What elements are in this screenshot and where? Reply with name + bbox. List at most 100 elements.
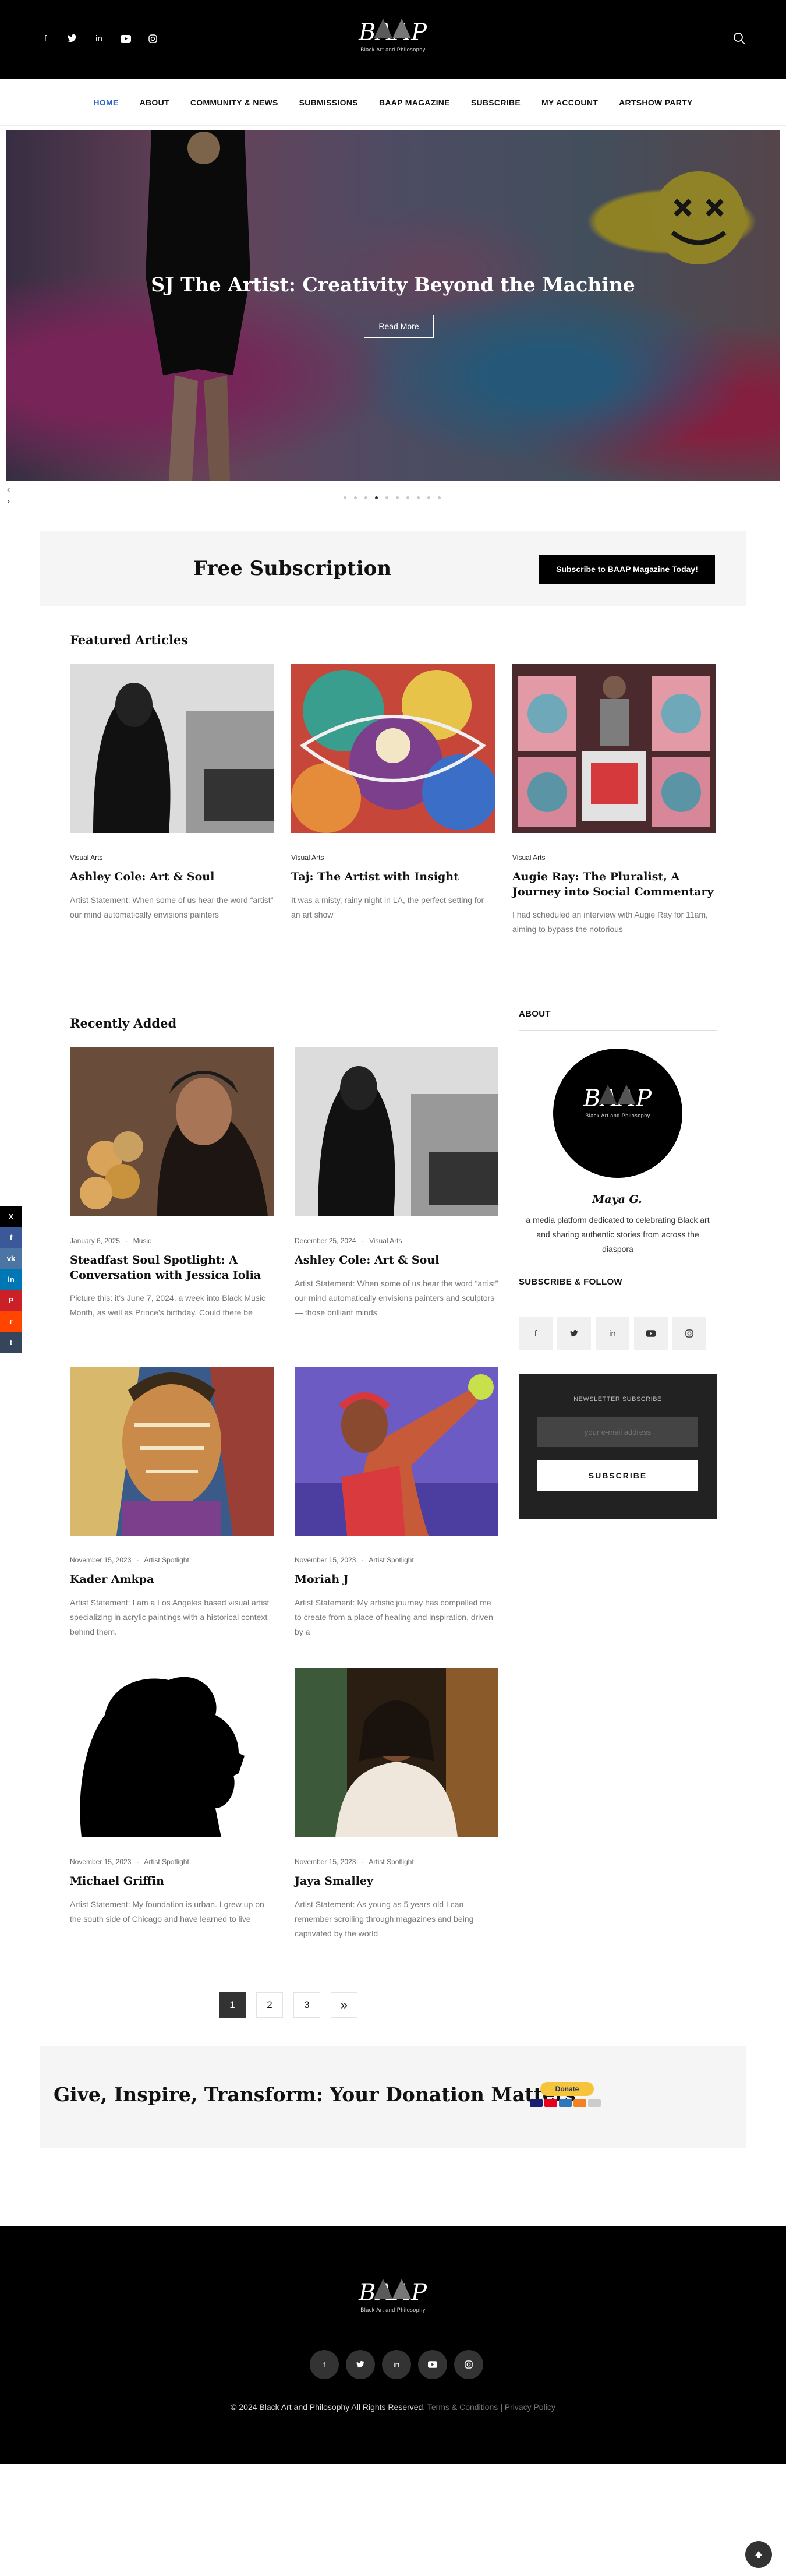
card-title[interactable]: Taj: The Artist with Insight (291, 870, 495, 885)
featured-card[interactable]: Visual Arts Ashley Cole: Art & Soul Arti… (70, 664, 274, 922)
card-excerpt: I had scheduled an interview with Augie … (512, 910, 708, 934)
recent-image-ashley-cole[interactable] (295, 1047, 498, 1216)
x-share-icon[interactable]: X (0, 1206, 22, 1227)
featured-image-augie-ray[interactable] (512, 664, 716, 833)
reddit-share-icon[interactable]: r (0, 1311, 22, 1332)
linkedin-icon[interactable]: in (91, 30, 107, 47)
card-category[interactable]: Music (133, 1237, 151, 1245)
youtube-icon[interactable] (634, 1317, 668, 1350)
slider-dot[interactable] (406, 496, 409, 499)
featured-card[interactable]: Visual Arts Taj: The Artist with Insight… (291, 664, 498, 922)
pinterest-share-icon[interactable]: P (0, 1290, 22, 1311)
page-1-button[interactable]: 1 (219, 1992, 246, 2018)
recent-image-jaya-smalley[interactable] (295, 1668, 498, 1837)
nav-item-community-news[interactable]: COMMUNITY & NEWS (190, 98, 278, 107)
recent-card[interactable]: December 25, 2024 · Visual Arts Ashley C… (295, 1047, 498, 1320)
twitter-icon[interactable] (346, 2350, 375, 2379)
read-more-button[interactable]: Read More (364, 315, 434, 338)
card-category[interactable]: Artist Spotlight (144, 1858, 189, 1866)
next-page-button[interactable]: » (331, 1992, 357, 2018)
nav-item-subscribe[interactable]: SUBSCRIBE (471, 98, 521, 107)
recent-card[interactable]: January 6, 2025 · Music Steadfast Soul S… (70, 1047, 274, 1321)
nav-item-submissions[interactable]: SUBMISSIONS (299, 98, 358, 107)
slider-dot[interactable] (385, 496, 388, 499)
twitter-icon[interactable] (557, 1317, 591, 1350)
card-title[interactable]: Michael Griffin (70, 1874, 274, 1889)
youtube-icon[interactable] (118, 30, 134, 47)
card-title[interactable]: Ashley Cole: Art & Soul (295, 1253, 498, 1268)
tumblr-share-icon[interactable]: t (0, 1332, 22, 1353)
featured-image-ashley-cole[interactable] (70, 664, 274, 833)
linkedin-share-icon[interactable]: in (0, 1269, 22, 1290)
card-title[interactable]: Steadfast Soul Spotlight: A Conversation… (70, 1253, 274, 1283)
newsletter-subscribe-button[interactable]: SUBSCRIBE (537, 1460, 698, 1491)
recent-image-jessica-iolia[interactable] (70, 1047, 274, 1216)
card-category[interactable]: Visual Arts (291, 853, 495, 862)
nav-item-home[interactable]: HOME (93, 98, 118, 107)
site-logo[interactable]: BAAP Black Art and Philosophy (329, 16, 457, 52)
slider-dot[interactable] (344, 496, 346, 499)
featured-image-taj[interactable] (291, 664, 498, 833)
slider-dot[interactable] (354, 496, 357, 499)
card-title[interactable]: Moriah J (295, 1572, 498, 1587)
page-2-button[interactable]: 2 (256, 1992, 283, 2018)
nav-item-baap-magazine[interactable]: BAAP MAGAZINE (379, 98, 450, 107)
recent-card[interactable]: November 15, 2023 · Artist Spotlight Jay… (295, 1668, 498, 1941)
search-icon[interactable] (731, 30, 748, 47)
scroll-to-top-button[interactable] (745, 2541, 772, 2568)
card-excerpt: It was a misty, rainy night in LA, the p… (291, 895, 484, 919)
vk-share-icon[interactable]: vk (0, 1248, 22, 1269)
footer-logo[interactable]: BAAP Black Art and Philosophy (329, 2277, 457, 2313)
recent-image-michael-griffin[interactable] (70, 1668, 274, 1837)
card-title[interactable]: Augie Ray: The Pluralist, A Journey into… (512, 870, 716, 899)
slider-dot-active[interactable] (375, 496, 378, 499)
donate-button[interactable]: Donate (540, 2082, 594, 2096)
subscribe-magazine-button[interactable]: Subscribe to BAAP Magazine Today! (539, 555, 715, 584)
card-category[interactable]: Visual Arts (512, 853, 716, 862)
card-title[interactable]: Ashley Cole: Art & Soul (70, 870, 274, 885)
header-social-links: f in (37, 30, 161, 47)
facebook-icon[interactable]: f (519, 1317, 553, 1350)
arrow-up-icon (755, 2551, 762, 2558)
instagram-icon[interactable] (454, 2350, 483, 2379)
slider-dot[interactable] (396, 496, 399, 499)
slider-prev-icon[interactable]: ‹ (7, 485, 10, 495)
slider-dot[interactable] (427, 496, 430, 499)
card-category[interactable]: Artist Spotlight (144, 1556, 189, 1564)
slider-dot[interactable] (364, 496, 367, 499)
youtube-icon[interactable] (418, 2350, 447, 2379)
card-category[interactable]: Visual Arts (70, 853, 274, 862)
newsletter-email-input[interactable] (537, 1417, 698, 1447)
page-3-button[interactable]: 3 (293, 1992, 320, 2018)
linkedin-icon[interactable]: in (382, 2350, 411, 2379)
facebook-share-icon[interactable]: f (0, 1227, 22, 1248)
card-title[interactable]: Jaya Smalley (295, 1874, 498, 1889)
privacy-link[interactable]: Privacy Policy (505, 2402, 555, 2412)
slider-dot[interactable] (417, 496, 420, 499)
nav-item-my-account[interactable]: MY ACCOUNT (541, 98, 598, 107)
card-category[interactable]: Visual Arts (369, 1237, 402, 1245)
nav-item-about[interactable]: ABOUT (140, 98, 169, 107)
nav-item-artshow-party[interactable]: ARTSHOW PARTY (619, 98, 693, 107)
sidebar-follow-title: SUBSCRIBE & FOLLOW (519, 1277, 622, 1287)
facebook-icon[interactable]: f (37, 30, 54, 47)
card-title[interactable]: Kader Amkpa (70, 1572, 274, 1587)
instagram-icon[interactable] (672, 1317, 706, 1350)
facebook-icon[interactable]: f (310, 2350, 339, 2379)
logo-tagline: Black Art and Philosophy (360, 47, 426, 52)
hero-title[interactable]: SJ The Artist: Creativity Beyond the Mac… (6, 273, 780, 296)
linkedin-icon[interactable]: in (596, 1317, 629, 1350)
twitter-icon[interactable] (64, 30, 80, 47)
instagram-icon[interactable] (144, 30, 161, 47)
recent-card[interactable]: November 15, 2023 · Artist Spotlight Mor… (295, 1367, 498, 1639)
recent-card[interactable]: November 15, 2023 · Artist Spotlight Kad… (70, 1367, 274, 1639)
recent-card[interactable]: November 15, 2023 · Artist Spotlight Mic… (70, 1668, 274, 1926)
card-category[interactable]: Artist Spotlight (369, 1556, 413, 1564)
recent-image-moriah-j[interactable] (295, 1367, 498, 1536)
featured-card[interactable]: Visual Arts Augie Ray: The Pluralist, A … (512, 664, 716, 937)
recent-image-kader-amkpa[interactable] (70, 1367, 274, 1536)
slider-dot[interactable] (438, 496, 441, 499)
card-category[interactable]: Artist Spotlight (369, 1858, 413, 1866)
terms-link[interactable]: Terms & Conditions (427, 2402, 498, 2412)
slider-next-icon[interactable]: › (7, 496, 10, 507)
